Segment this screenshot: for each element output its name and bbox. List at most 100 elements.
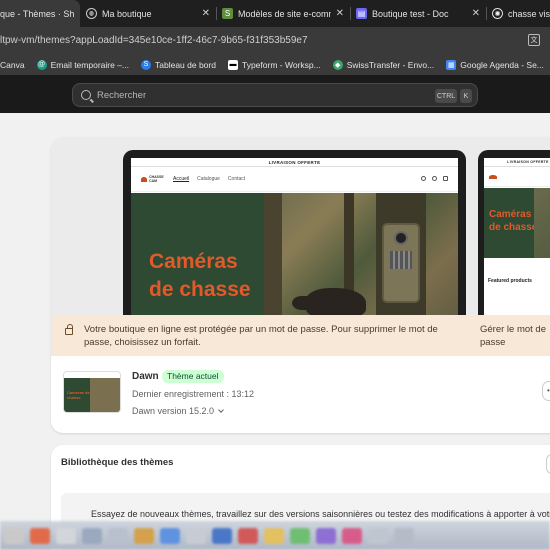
taskbar-app[interactable]	[238, 527, 258, 544]
hero-text-panel: Caméras de chasse	[131, 193, 264, 330]
translate-icon[interactable]: 文	[528, 34, 540, 46]
tab-ma-boutique[interactable]: ◍ Ma boutique ✕	[80, 0, 216, 27]
nav-contact: Contact	[227, 176, 246, 182]
tab-boutique-test[interactable]: ▤ Boutique test - Doc ✕	[350, 0, 486, 27]
tree-trunk	[264, 193, 282, 330]
hero-title-line1: Caméras	[149, 250, 238, 273]
tab-chasse-visio[interactable]: ✺ chasse visio	[486, 0, 550, 27]
site-header: CHASSE CAM Accueil Catalogue Contact	[131, 167, 458, 192]
bookmark-label: Typeform - Worksp...	[241, 59, 321, 70]
taskbar-app[interactable]	[290, 527, 310, 544]
mobile-featured-heading: Featured products	[488, 278, 532, 284]
email-icon: @	[36, 59, 47, 70]
shortcut-ctrl: CTRL	[435, 89, 457, 103]
search-placeholder: Rechercher	[97, 89, 147, 101]
taskbar-app[interactable]	[30, 527, 50, 544]
s-icon: S	[141, 59, 151, 70]
bookmark-canva[interactable]: Canva	[0, 60, 25, 70]
taskbar-app[interactable]	[368, 527, 388, 544]
manage-password-link[interactable]: Gérer le mot de passe	[480, 323, 550, 349]
bookmarks-bar: Canva @ Email temporaire –... S Tableau …	[0, 54, 550, 75]
mobile-hero-title: Caméras de chasse	[489, 208, 537, 234]
close-icon[interactable]: ✕	[202, 8, 210, 19]
taskbar-app[interactable]	[160, 527, 180, 544]
camera-ir-grid	[390, 251, 412, 269]
theme-thumbnail[interactable]: Caméras de chasse	[63, 371, 121, 413]
bookmark-typeform[interactable]: ▬ Typeform - Worksp...	[227, 59, 321, 70]
tab-modeles[interactable]: S Modèles de site e-comme ✕	[216, 0, 350, 27]
bookmark-google-agenda[interactable]: ▦ Google Agenda - Se...	[446, 59, 544, 70]
theme-preview[interactable]: LIVRAISON OFFERTE CHASSE CAM Accueil Cat…	[51, 137, 550, 330]
taskbar-app[interactable]	[316, 527, 336, 544]
nav-accueil: Accueil	[173, 176, 190, 182]
desktop-screen: LIVRAISON OFFERTE CHASSE CAM Accueil Cat…	[131, 158, 458, 330]
typeform-icon: ▬	[227, 59, 238, 70]
theme-version-dropdown[interactable]: Dawn version 15.2.0	[132, 406, 224, 416]
mobile-screen: LIVRAISON OFFERTE Caméras de chasse Feat…	[484, 158, 550, 330]
close-icon[interactable]: ✕	[472, 8, 480, 19]
search-input[interactable]: Rechercher CTRL K	[72, 83, 478, 107]
library-action-button[interactable]	[546, 454, 550, 474]
cart-icon	[443, 176, 448, 181]
tab-themes[interactable]: que - Thèmes · Sh ✕	[0, 0, 80, 27]
tab-title: chasse visio	[508, 8, 550, 19]
lock-icon	[65, 324, 73, 335]
shopify-top-bar: Rechercher CTRL K	[0, 75, 550, 113]
shortcut-k: K	[460, 89, 472, 103]
mobile-hero-image	[534, 188, 550, 258]
bookmark-email[interactable]: @ Email temporaire –...	[36, 59, 129, 70]
bookmark-label: SwissTransfer - Envo...	[346, 59, 435, 70]
address-bar[interactable]: ltpw-vm/themes?appLoadId=345e10ce-1ff2-4…	[0, 27, 550, 54]
theme-info-row: Caméras de chasse Dawn Thème actuel Dern…	[51, 356, 550, 433]
tab-title: Modèles de site e-comme	[238, 8, 331, 19]
current-theme-badge: Thème actuel	[162, 370, 224, 383]
logo-text: CHASSE CAM	[149, 175, 164, 183]
theme-version: Dawn version 15.2.0	[132, 406, 215, 416]
taskbar-app[interactable]	[134, 527, 154, 544]
bookmark-swisstransfer[interactable]: ◆ SwissTransfer - Envo...	[332, 59, 435, 70]
nav-catalogue: Catalogue	[197, 176, 220, 182]
password-banner-text: Votre boutique en ligne est protégée par…	[84, 324, 438, 348]
mobile-hero: Caméras de chasse	[484, 188, 550, 258]
taskbar-app[interactable]	[212, 527, 232, 544]
bookmark-label: Google Agenda - Se...	[460, 59, 544, 70]
taskbar-app[interactable]	[4, 527, 24, 544]
store-logo: CHASSE CAM	[141, 174, 165, 184]
calendar-icon: ▦	[446, 59, 457, 70]
logo-mark	[489, 175, 497, 179]
theme-library-title: Bibliothèque des thèmes	[61, 457, 174, 468]
account-icon	[432, 176, 437, 181]
taskbar-app[interactable]	[264, 527, 284, 544]
current-theme-card: LIVRAISON OFFERTE CHASSE CAM Accueil Cat…	[51, 137, 550, 433]
taskbar-app[interactable]	[82, 527, 102, 544]
more-actions-button[interactable]: •••	[542, 381, 550, 401]
hero-image	[264, 193, 458, 330]
close-icon[interactable]: ✕	[336, 8, 344, 19]
os-taskbar	[0, 521, 550, 550]
taskbar-app[interactable]	[394, 527, 414, 544]
search-icon	[81, 90, 91, 100]
taskbar-app[interactable]	[342, 527, 362, 544]
url-text[interactable]: ltpw-vm/themes?appLoadId=345e10ce-1ff2-4…	[0, 35, 308, 46]
mobile-title-line1: Caméras	[489, 209, 532, 220]
trail-camera	[382, 223, 420, 303]
taskbar-app[interactable]	[108, 527, 128, 544]
logo-mark	[141, 176, 148, 182]
theme-library-description: Essayez de nouveaux thèmes, travaillez s…	[91, 509, 550, 519]
bookmark-label: Tableau de bord	[155, 59, 216, 70]
taskbar-app[interactable]	[56, 527, 76, 544]
camera-lens	[394, 231, 408, 245]
mobile-title-line2: de chasse	[489, 222, 538, 233]
swisstransfer-icon: ◆	[332, 59, 343, 70]
mobile-header	[484, 167, 550, 187]
taskbar-app[interactable]	[186, 527, 206, 544]
password-banner: Votre boutique en ligne est protégée par…	[51, 315, 550, 356]
hero-banner: Caméras de chasse	[131, 193, 458, 330]
mobile-announcement: LIVRAISON OFFERTE	[484, 158, 550, 167]
docs-icon: ▤	[356, 8, 367, 19]
bookmark-label: Email temporaire –...	[50, 59, 129, 70]
thumb-image	[90, 378, 120, 412]
desktop-preview: LIVRAISON OFFERTE CHASSE CAM Accueil Cat…	[123, 150, 466, 330]
bookmark-label: Canva	[0, 59, 25, 70]
bookmark-tableau[interactable]: S Tableau de bord	[141, 59, 216, 70]
